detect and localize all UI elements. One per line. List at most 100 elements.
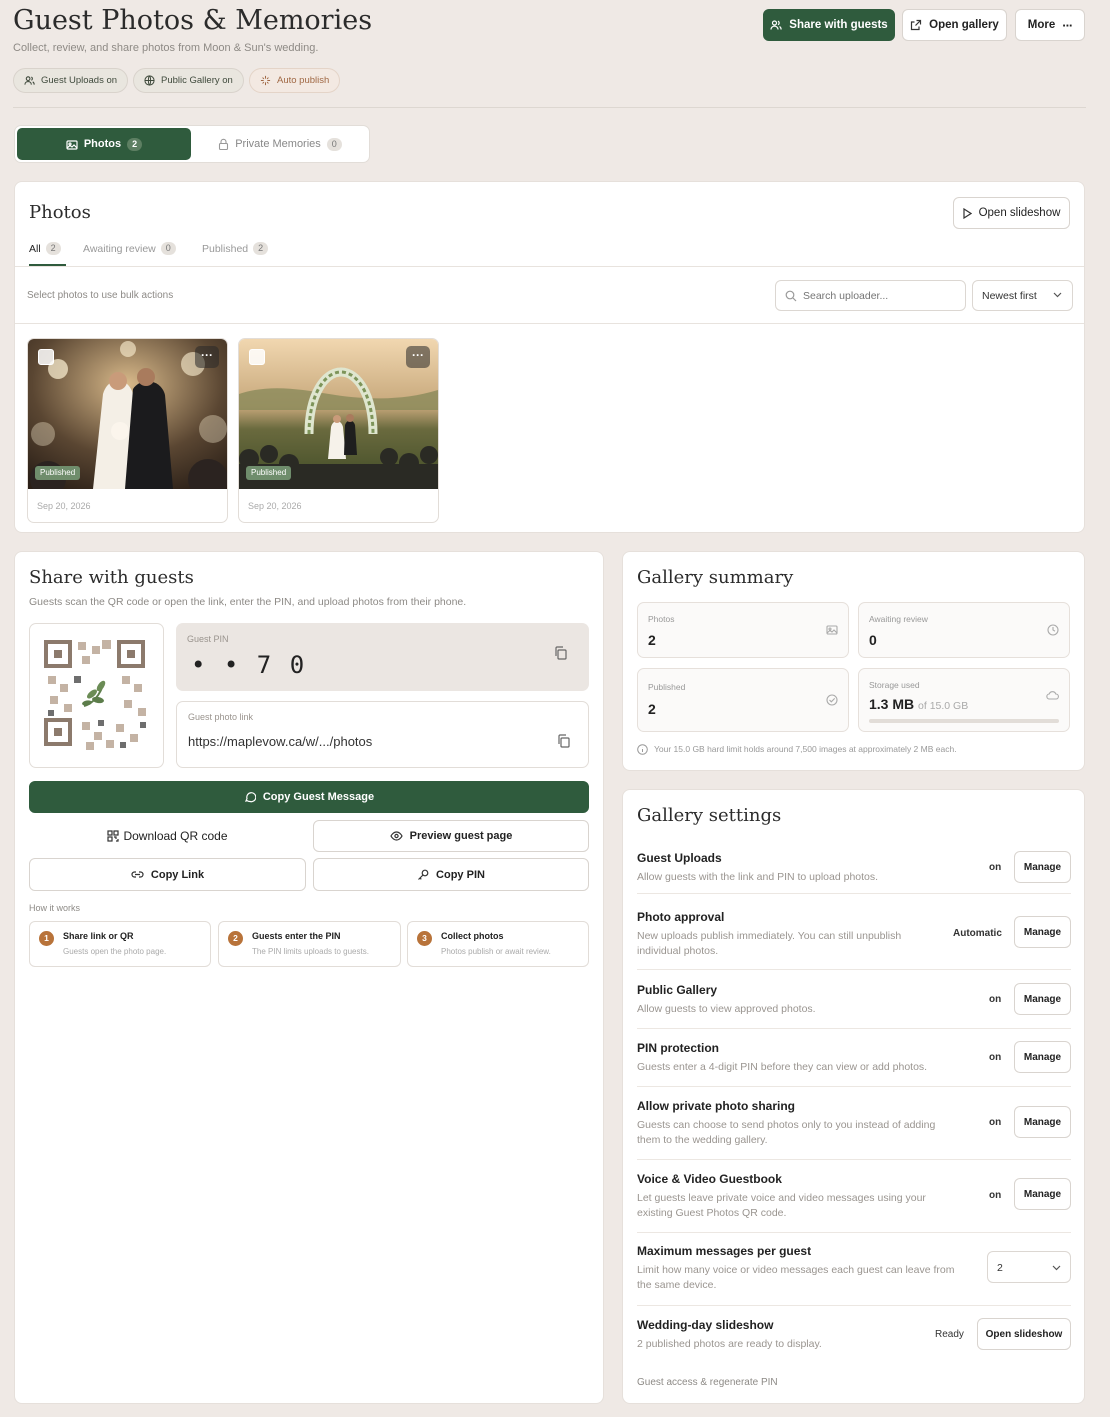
stat-storage-value: 1.3 MB xyxy=(869,696,915,712)
copy-pin-icon[interactable] xyxy=(554,646,567,660)
filter-published[interactable]: Published 2 xyxy=(202,242,269,255)
share-with-guests-button[interactable]: Share with guests xyxy=(763,9,895,41)
stat-storage-values: 1.3 MB of 15.0 GB xyxy=(869,696,968,712)
stat-photos-value: 2 xyxy=(648,632,656,648)
how-it-works-title: How it works xyxy=(29,903,81,913)
guest-uploads-pill: Guest Uploads on xyxy=(13,68,129,93)
header-divider xyxy=(13,107,1086,108)
open-slideshow-button[interactable]: Open slideshow xyxy=(953,197,1070,229)
photo-date: Sep 20, 2026 xyxy=(248,501,302,511)
filter-awaiting-count: 0 xyxy=(160,242,176,255)
toolbar-divider xyxy=(15,323,1084,324)
search-uploader-input[interactable] xyxy=(803,287,958,305)
manage-button[interactable]: Manage xyxy=(1014,983,1071,1015)
gallery-summary-panel: Gallery summary Photos 2 Awaiting review… xyxy=(622,551,1085,771)
message-icon xyxy=(244,791,256,803)
qr-code[interactable] xyxy=(29,623,164,768)
setting-description: Guests can choose to send photos only to… xyxy=(637,1119,936,1146)
filter-awaiting-review[interactable]: Awaiting review 0 xyxy=(83,242,176,255)
copy-guest-message-label: Copy Guest Message xyxy=(262,791,375,803)
guest-uploads-pill-label: Guest Uploads on xyxy=(41,75,118,86)
guest-access-link[interactable]: Guest access & regenerate PIN xyxy=(637,1377,778,1388)
public-gallery-pill-label: Public Gallery on xyxy=(161,75,233,86)
more-label: More xyxy=(1027,19,1056,31)
setting-photo-approval: Photo approval New uploads publish immed… xyxy=(637,910,1071,970)
play-icon xyxy=(962,207,972,219)
bulk-actions-hint: Select photos to use bulk actions xyxy=(27,290,174,301)
gallery-settings-panel: Gallery settings Guest Uploads Allow gue… xyxy=(622,789,1085,1404)
photo-more-button[interactable]: ··· xyxy=(406,346,430,368)
filter-all[interactable]: All 2 xyxy=(29,242,61,255)
filter-all-label: All xyxy=(29,242,41,255)
setting-status: on xyxy=(989,862,1002,873)
setting-description: Let guests leave private voice and video… xyxy=(637,1192,926,1219)
photo-date: Sep 20, 2026 xyxy=(37,501,91,511)
setting-status: Ready xyxy=(935,1329,964,1340)
copy-link-icon[interactable] xyxy=(557,734,570,748)
open-slideshow-settings-button[interactable]: Open slideshow xyxy=(977,1318,1071,1350)
step-card: 3 Collect photos Photos publish or await… xyxy=(407,921,589,967)
step-title: Guests enter the PIN xyxy=(252,931,341,941)
tab-photos[interactable]: Photos 2 xyxy=(17,128,191,160)
step-description: Guests open the photo page. xyxy=(63,947,167,956)
photos-panel: Photos Open slideshow All 2 Awaiting rev… xyxy=(14,181,1085,533)
sparkle-icon xyxy=(260,75,271,86)
tab-private-memories-label: Private Memories xyxy=(235,138,321,150)
photo-card[interactable]: ··· Published Sep 20, 2026 xyxy=(238,338,439,523)
link-icon xyxy=(131,870,144,879)
tab-private-memories[interactable]: Private Memories 0 xyxy=(193,128,367,160)
guest-link-box: Guest photo link https://maplevow.ca/w/.… xyxy=(176,701,589,768)
copy-pin-button[interactable]: Copy PIN xyxy=(313,858,589,891)
users-icon xyxy=(24,75,35,86)
main-tabs: Photos 2 Private Memories 0 xyxy=(14,125,370,163)
open-gallery-label: Open gallery xyxy=(929,19,999,31)
stat-photos-label: Photos xyxy=(648,614,675,624)
lock-icon xyxy=(218,138,229,150)
manage-button[interactable]: Manage xyxy=(1014,1106,1071,1138)
manage-button[interactable]: Manage xyxy=(1014,916,1071,948)
sort-select[interactable]: Newest first xyxy=(972,280,1073,311)
step-number: 2 xyxy=(228,931,243,946)
stat-photos: Photos 2 xyxy=(637,602,849,658)
setting-description: Limit how many voice or video messages e… xyxy=(637,1264,955,1291)
filter-awaiting-label: Awaiting review xyxy=(83,242,156,255)
manage-button[interactable]: Manage xyxy=(1014,851,1071,883)
setting-status: Automatic xyxy=(953,928,1002,939)
manage-button[interactable]: Manage xyxy=(1014,1041,1071,1073)
setting-description: Guests enter a 4-digit PIN before they c… xyxy=(637,1061,928,1073)
photo-status-badge: Published xyxy=(246,466,292,480)
photo-card[interactable]: ··· Published Sep 20, 2026 xyxy=(27,338,228,523)
open-slideshow-label: Open slideshow xyxy=(978,207,1061,219)
step-description: The PIN limits uploads to guests. xyxy=(252,947,369,956)
setting-public-gallery: Public Gallery Allow guests to view appr… xyxy=(637,983,1071,1029)
download-qr-button[interactable]: Download QR code xyxy=(29,820,306,852)
max-messages-select[interactable]: 2 xyxy=(987,1251,1071,1283)
setting-title: Maximum messages per guest xyxy=(637,1244,812,1258)
copy-guest-message-button[interactable]: Copy Guest Message xyxy=(29,781,589,813)
preview-guest-page-button[interactable]: Preview guest page xyxy=(313,820,589,852)
users-icon xyxy=(770,19,782,31)
open-gallery-button[interactable]: Open gallery xyxy=(902,9,1007,41)
info-icon xyxy=(637,744,648,755)
copy-link-button[interactable]: Copy Link xyxy=(29,858,306,891)
manage-button[interactable]: Manage xyxy=(1014,1178,1071,1210)
key-icon xyxy=(417,869,429,881)
more-button[interactable]: More ··· xyxy=(1015,9,1085,41)
share-panel-title: Share with guests xyxy=(29,567,194,588)
photo-select-checkbox[interactable] xyxy=(249,349,265,365)
guest-pin-box: Guest PIN • • 7 0 xyxy=(176,623,589,691)
setting-status: on xyxy=(989,1190,1002,1201)
qr-icon xyxy=(107,830,120,842)
setting-status: on xyxy=(989,1117,1002,1128)
tab-photos-count: 2 xyxy=(127,137,143,151)
search-uploader-field[interactable] xyxy=(775,280,966,311)
photo-select-checkbox[interactable] xyxy=(38,349,54,365)
step-number: 3 xyxy=(417,931,432,946)
storage-note: Your 15.0 GB hard limit holds around 7,5… xyxy=(654,744,957,754)
setting-title: Voice & Video Guestbook xyxy=(637,1172,782,1186)
setting-description: Allow guests to view approved photos. xyxy=(637,1003,816,1015)
setting-title: Guest Uploads xyxy=(637,851,722,865)
photo-more-button[interactable]: ··· xyxy=(195,346,219,368)
guest-link-value[interactable]: https://maplevow.ca/w/.../photos xyxy=(188,734,372,749)
setting-pin-protection: PIN protection Guests enter a 4-digit PI… xyxy=(637,1041,1071,1087)
